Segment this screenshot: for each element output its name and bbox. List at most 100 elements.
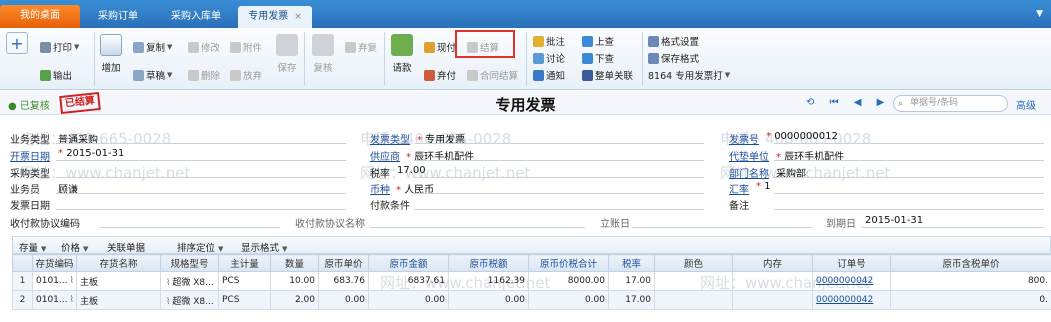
cell-unit[interactable]: PCS <box>218 290 271 310</box>
tab-purchase-receipt[interactable]: 采购入库单 <box>156 6 236 28</box>
next-query-button[interactable]: 下查 <box>582 51 614 65</box>
invoice-type-label[interactable]: 发票类型 <box>370 131 410 146</box>
col-header[interactable]: 主计量 <box>218 254 271 272</box>
advanced-link[interactable]: 高级 <box>1016 97 1036 112</box>
tab-menu-icon[interactable]: ▼ <box>1036 9 1043 19</box>
print-template-select[interactable]: 8164 专用发票打 ▼ <box>648 68 730 82</box>
currency-label[interactable]: 币种 <box>370 181 390 196</box>
draft-button[interactable]: 草稿 ▼ <box>133 68 172 82</box>
cell-tax[interactable]: 0.00 <box>448 290 529 310</box>
sort-locate-button[interactable]: 排序定位 ▼ <box>177 240 223 254</box>
cell-memory[interactable] <box>732 271 813 291</box>
cell-qty[interactable]: 10.00 <box>270 271 319 291</box>
pay-terms-label: 付款条件 <box>370 201 410 212</box>
related-docs-button[interactable]: 关联单据 <box>107 240 145 254</box>
invoice-no-field[interactable]: * 0000000012 <box>766 131 838 142</box>
price-button[interactable]: 价格 ▼ <box>61 240 88 254</box>
exch-rate-field[interactable]: * 1 <box>756 181 771 192</box>
increase-button[interactable]: 增加 <box>100 34 122 74</box>
col-header[interactable]: 存货编码 <box>32 254 77 272</box>
delete-button[interactable]: 删除 <box>188 68 220 82</box>
cell-order-link[interactable]: 0000000042 <box>812 290 891 310</box>
col-header[interactable]: 订单号 <box>812 254 891 272</box>
prev-query-button[interactable]: 上查 <box>582 34 614 48</box>
cell-price[interactable]: 0.00 <box>318 290 369 310</box>
col-header[interactable]: 内存 <box>732 254 813 272</box>
full-link-button[interactable]: 整单关联 <box>582 68 633 82</box>
tab-desktop[interactable]: 我的桌面 <box>0 5 80 28</box>
invoice-no-label[interactable]: 发票号 <box>729 131 759 146</box>
col-header[interactable]: 规格型号 <box>160 254 219 272</box>
cell-code[interactable]: 0101... ⌇ <box>32 290 77 310</box>
cell-memory[interactable] <box>732 290 813 310</box>
cell-color[interactable] <box>654 290 733 310</box>
cell-order-link[interactable]: 0000000042 <box>812 271 891 291</box>
cell-rate[interactable]: 17.00 <box>608 271 655 291</box>
col-header[interactable]: 数量 <box>270 254 319 272</box>
merge-settle-button[interactable]: 合同结算 <box>467 68 518 82</box>
add-icon[interactable]: + <box>6 32 28 54</box>
print-label: 打印 <box>53 43 73 54</box>
cell-name[interactable]: 主板 <box>76 271 161 291</box>
cell-rate[interactable]: 17.00 <box>608 290 655 310</box>
salesman-label: 业务员 <box>10 185 40 196</box>
format-set-button[interactable]: 格式设置 <box>648 34 699 48</box>
display-format-button[interactable]: 显示格式 ▼ <box>241 240 287 254</box>
dept-label[interactable]: 部门名称 <box>729 165 769 180</box>
col-header[interactable]: 存货名称 <box>76 254 161 272</box>
approve-button[interactable]: 批注 <box>533 34 565 48</box>
abandon-button[interactable]: 放弃 <box>230 68 262 82</box>
stock-button[interactable]: 存量 ▼ <box>19 240 46 254</box>
col-header[interactable]: 原币含税单价 <box>890 254 1051 272</box>
cell-unit[interactable]: PCS <box>218 271 271 291</box>
cell-amount[interactable]: 0.00 <box>368 290 449 310</box>
abandon-pay-button[interactable]: 弃付 <box>424 68 456 82</box>
cell-amount[interactable]: 6837.61 <box>368 271 449 291</box>
chevron-down-icon: ▼ <box>218 245 224 253</box>
cell-spec[interactable]: ⌇ 超微 X8... <box>160 290 219 310</box>
discuss-button[interactable]: 讨论 <box>533 51 565 65</box>
due-date-value[interactable]: 2015-01-31 <box>865 215 923 226</box>
close-icon[interactable]: × <box>294 12 302 22</box>
tab-special-invoice[interactable]: 专用发票 × <box>238 6 312 28</box>
cell-color[interactable] <box>654 271 733 291</box>
cell-taxprice[interactable]: 800. <box>890 271 1051 291</box>
table-row[interactable]: 1 0101... ⌇ 主板 ⌇ 超微 X8... PCS 10.00 683.76… <box>12 271 1051 291</box>
cell-tax[interactable]: 1162.39 <box>448 271 529 291</box>
exch-rate-label[interactable]: 汇率 <box>729 181 749 196</box>
cell-taxprice[interactable]: 0. <box>890 290 1051 310</box>
col-header[interactable]: 原币价税合计 <box>528 254 609 272</box>
cell-name[interactable]: 主板 <box>76 290 161 310</box>
col-header[interactable]: 原币金额 <box>368 254 449 272</box>
copy-button[interactable]: 复制 ▼ <box>133 40 172 54</box>
save-format-button[interactable]: 保存格式 <box>648 51 699 65</box>
tax-rate-value[interactable]: 17.00 <box>397 165 426 176</box>
print-button[interactable]: 打印 ▼ <box>40 40 79 54</box>
cell-total[interactable]: 0.00 <box>528 290 609 310</box>
export-button[interactable]: 输出 <box>40 68 72 82</box>
attach-button[interactable]: 附件 <box>230 40 262 54</box>
cash-pay-button[interactable]: 现付 <box>424 40 456 54</box>
col-header[interactable]: 颜色 <box>654 254 733 272</box>
cell-price[interactable]: 683.76 <box>318 271 369 291</box>
cell-spec[interactable]: ⌇ 超微 X8... <box>160 271 219 291</box>
col-header[interactable]: 原币单价 <box>318 254 369 272</box>
notify-button[interactable]: 通知 <box>533 68 565 82</box>
search-input[interactable]: ⌕ 单据号/条码 <box>893 95 1008 112</box>
request-payment-button[interactable]: 请款 <box>391 34 413 74</box>
cell-total[interactable]: 8000.00 <box>528 271 609 291</box>
col-header[interactable]: 税率 <box>608 254 655 272</box>
review-button[interactable]: 复核 <box>312 34 334 74</box>
cell-code[interactable]: 0101... ⌇ <box>32 271 77 291</box>
table-row[interactable]: 2 0101... ⌇ 主板 ⌇ 超微 X8... PCS 2.00 0.00 0.… <box>12 290 1051 310</box>
cell-qty[interactable]: 2.00 <box>270 290 319 310</box>
abandon-review-button[interactable]: 弃复 <box>345 40 377 54</box>
invoice-date-field[interactable]: * 2015-01-31 <box>58 148 124 159</box>
invoice-date-label[interactable]: 开票日期 <box>10 148 50 163</box>
col-header[interactable]: 原币税额 <box>448 254 529 272</box>
supplier-label[interactable]: 供应商 <box>370 148 400 163</box>
tab-purchase-order[interactable]: 采购订单 <box>82 6 154 28</box>
agent-label[interactable]: 代垫单位 <box>729 148 769 163</box>
save-button[interactable]: 保存 <box>276 34 298 74</box>
modify-button[interactable]: 修改 <box>188 40 220 54</box>
